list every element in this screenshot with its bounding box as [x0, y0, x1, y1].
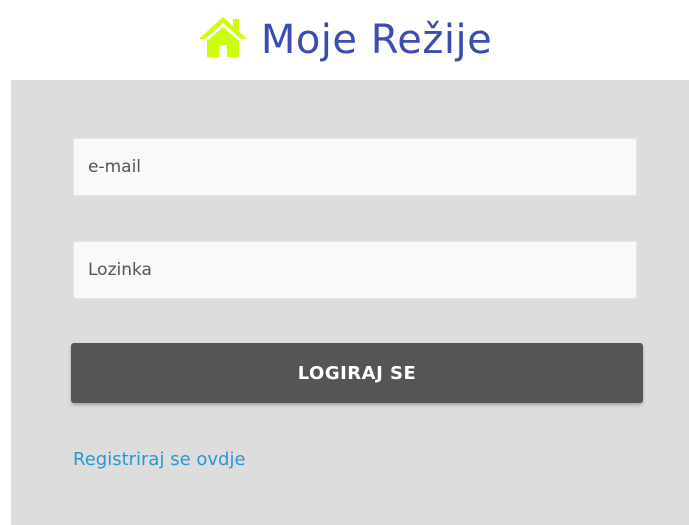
login-panel: LOGIRAJ SE Registriraj se ovdje: [11, 80, 689, 525]
password-field[interactable]: [73, 241, 637, 299]
app-header: Moje Režije: [0, 0, 689, 80]
email-field[interactable]: [73, 138, 637, 196]
login-button[interactable]: LOGIRAJ SE: [71, 343, 643, 403]
house-icon: [198, 17, 247, 57]
app-title: Moje Režije: [260, 17, 493, 63]
register-link[interactable]: Registriraj se ovdje: [73, 449, 246, 470]
